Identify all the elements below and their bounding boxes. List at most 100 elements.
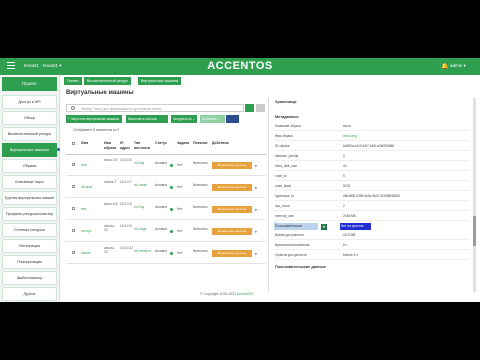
col-flavor[interactable]: Тип инстанса bbox=[134, 141, 150, 150]
metadata-row: Название образа cirros bbox=[275, 122, 469, 131]
row-checkbox[interactable] bbox=[72, 207, 75, 210]
vm-power: Включено bbox=[193, 227, 208, 231]
sidebar-item-api-access[interactable]: Доступ к API bbox=[2, 95, 57, 109]
vm-name-link[interactable]: web bbox=[81, 163, 87, 167]
console-action-button[interactable]: Мониторинг консоли bbox=[212, 228, 252, 235]
sidebar-item-network[interactable]: Сетевые ресурсы bbox=[2, 223, 57, 237]
table-row[interactable]: ubuntu ubuntu-20 10.0.0.11 m1.medium Активна… bbox=[66, 243, 266, 264]
language-label[interactable]: Русский bbox=[4, 295, 26, 301]
row-checkbox[interactable] bbox=[72, 185, 75, 188]
select-all-checkbox[interactable] bbox=[72, 142, 75, 145]
metadata-row: ID образа b4f3f0a-c410-46f7-b61f-a3bf259b… bbox=[275, 142, 469, 151]
launch-vm-button[interactable]: + Запустить виртуальные машины bbox=[66, 115, 122, 123]
col-name[interactable]: Имя bbox=[81, 141, 88, 146]
selected-text[interactable]: Нет на простое bbox=[340, 223, 371, 230]
metadata-row: instance_priority 0 bbox=[275, 152, 469, 161]
vm-image: cirros-0.5 bbox=[104, 158, 118, 162]
vm-flavor[interactable]: m1.large bbox=[134, 227, 152, 231]
vm-power: Включено bbox=[193, 205, 208, 209]
sidebar-item-templates[interactable]: Шаблонизатор bbox=[2, 271, 57, 285]
sidebar-item-clusters[interactable]: Профиль-ресурсы/кластер bbox=[2, 207, 57, 221]
actions-dropdown[interactable]: Действия ▾ bbox=[200, 115, 225, 123]
chevron-down-icon[interactable]: ▾ bbox=[255, 186, 257, 190]
table-row[interactable]: test cirros-0.5 10.0.0.8 m1.tiny Активна Нет В… bbox=[66, 199, 266, 220]
bell-icon[interactable]: 🔔 bbox=[441, 63, 448, 70]
chevron-right-icon[interactable]: › bbox=[31, 296, 33, 302]
col-image[interactable]: Имя образа bbox=[104, 141, 118, 150]
search-input[interactable]: Фильтр: поиск для фильтрации по доступны… bbox=[66, 104, 244, 112]
filter-button[interactable] bbox=[245, 104, 254, 112]
metadata-row: node_class HOD bbox=[275, 182, 469, 191]
col-power[interactable]: Питание bbox=[193, 141, 208, 146]
row-checkbox[interactable] bbox=[72, 163, 75, 166]
vm-status: Активна bbox=[155, 161, 168, 165]
console-action-button[interactable]: Мониторинг консоли bbox=[212, 250, 252, 257]
chevron-down-icon[interactable]: ▾ bbox=[255, 252, 257, 256]
items-count: Отображено 5 элементов из 5 bbox=[73, 128, 120, 132]
section-metadata: Метаданные bbox=[275, 115, 299, 119]
vm-flavor[interactable]: m1.tiny bbox=[134, 161, 152, 165]
vm-flavor[interactable]: m1.tiny bbox=[134, 205, 152, 209]
service-row: Время доступности 24/7/365 bbox=[275, 231, 469, 240]
sidebar: Проект Доступ к API Обзор Вычислительный… bbox=[0, 75, 60, 302]
row-checkbox[interactable] bbox=[72, 251, 75, 254]
sidebar-item-keypairs[interactable]: Ключевые пары bbox=[2, 175, 57, 189]
active-indicator bbox=[57, 148, 60, 151]
vm-name-link[interactable]: db-prod bbox=[81, 185, 92, 189]
metadata-row: node_id 5 bbox=[275, 172, 469, 181]
sidebar-item-project[interactable]: Проект bbox=[2, 77, 57, 91]
sidebar-item-integration[interactable]: Интеграция bbox=[2, 239, 57, 253]
upload-button[interactable]: Загрузить из ... bbox=[171, 115, 197, 123]
user-menu[interactable]: admin ▾ bbox=[450, 63, 466, 69]
console-action-button[interactable]: Мониторинг консоли bbox=[212, 184, 252, 191]
status-dot bbox=[170, 164, 173, 167]
col-actions: Действия bbox=[212, 141, 229, 145]
sidebar-item-overview[interactable]: Обзор bbox=[2, 111, 57, 125]
console-button[interactable]: Выполнить консоль bbox=[126, 115, 168, 123]
sidebar-item-scheduler[interactable]: Планировщик bbox=[2, 255, 57, 269]
chevron-down-icon[interactable]: ▾ bbox=[255, 164, 257, 168]
vm-flavor[interactable]: m1.medium bbox=[134, 249, 152, 253]
sidebar-item-images[interactable]: Образы bbox=[2, 159, 57, 173]
col-task[interactable]: Задача bbox=[177, 141, 189, 146]
table-row[interactable]: vm-hpc ubuntu-20 10.0.0.9 m1.large Активна Не… bbox=[66, 221, 266, 242]
vm-task: Нет bbox=[177, 207, 183, 211]
vm-status: Активна bbox=[155, 249, 168, 253]
chevron-down-icon[interactable]: ▾ bbox=[255, 230, 257, 234]
vm-name-link[interactable]: ubuntu bbox=[81, 251, 91, 255]
next-button[interactable] bbox=[226, 115, 239, 123]
detail-panel: Хранилище Метаданные Название образа cirr… bbox=[268, 98, 480, 292]
vm-image: centos-7 bbox=[104, 180, 117, 184]
col-status[interactable]: Статус bbox=[155, 141, 167, 146]
vm-power: Включено bbox=[193, 249, 208, 253]
vm-task: Нет bbox=[177, 185, 183, 189]
metadata-value: 0 bbox=[343, 154, 345, 158]
footer-link[interactable]: AccentOS bbox=[237, 292, 253, 296]
metadata-value: 5 bbox=[343, 174, 345, 178]
vm-name-link[interactable]: test bbox=[81, 207, 86, 211]
table-header: Имя Имя образа IP-адрес Тип инстанса Ста… bbox=[66, 136, 266, 155]
sidebar-item-vms[interactable]: Виртуальные машины bbox=[2, 143, 57, 157]
vm-name-link[interactable]: vm-hpc bbox=[81, 229, 91, 233]
console-action-button[interactable]: Мониторинг консоли bbox=[212, 162, 252, 169]
console-action-button[interactable]: Мониторинг консоли bbox=[212, 206, 252, 213]
table-row[interactable]: db-prod centos-7 10.0.0.7 m1.small Активна Не… bbox=[66, 177, 266, 198]
service-key: Время доступности bbox=[275, 233, 304, 237]
table-row[interactable]: web cirros-0.5 10.0.0.5 m1.tiny Активна Нет Вк… bbox=[66, 155, 266, 176]
panel-scrollbar-thumb[interactable] bbox=[473, 216, 476, 246]
metadata-value[interactable]: cirros.img bbox=[343, 134, 357, 138]
excel-icon: X bbox=[321, 224, 327, 230]
col-ip[interactable]: IP-адрес bbox=[120, 141, 134, 150]
panel-scrollbar[interactable] bbox=[473, 98, 476, 292]
vm-ip: 10.0.0.5 bbox=[120, 158, 132, 162]
chevron-down-icon[interactable]: ▾ bbox=[255, 208, 257, 212]
clear-filter-button[interactable] bbox=[256, 104, 265, 112]
breadcrumb-compute[interactable]: Вычислительный ресурс bbox=[84, 77, 132, 85]
sidebar-item-server-groups[interactable]: Группы виртуальных машин bbox=[2, 191, 57, 205]
metadata-key: node_id bbox=[275, 174, 287, 178]
row-checkbox[interactable] bbox=[72, 229, 75, 232]
vm-flavor[interactable]: m1.small bbox=[134, 183, 152, 187]
sidebar-item-compute[interactable]: Вычислительный ресурс bbox=[2, 127, 57, 141]
vm-ip: 10.0.0.7 bbox=[120, 180, 132, 184]
breadcrumb-project[interactable]: Проект bbox=[64, 77, 82, 85]
